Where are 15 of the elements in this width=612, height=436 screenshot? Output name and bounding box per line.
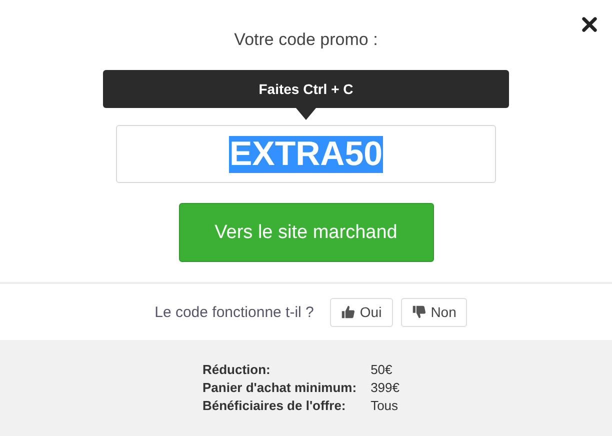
thumbs-up-icon [340, 305, 355, 319]
detail-value: 399€ [370, 380, 400, 395]
yes-button[interactable]: Oui [330, 298, 393, 326]
feedback-question: Le code fonctionne t-il ? [154, 304, 314, 320]
promo-code: EXTRA50 [229, 136, 383, 172]
detail-label: Panier d'achat minimum: [202, 380, 357, 395]
tooltip-text: Faites Ctrl + C [258, 81, 354, 97]
detail-value: Tous [370, 398, 400, 413]
detail-label: Bénéficiaires de l'offre: [202, 398, 347, 413]
promo-title: Votre code promo : [234, 30, 378, 50]
no-button[interactable]: Non [400, 298, 468, 326]
detail-label: Réduction: [202, 362, 272, 377]
close-icon[interactable] [582, 17, 597, 32]
detail-value: 50€ [370, 362, 394, 377]
thumbs-down-icon [412, 305, 426, 319]
